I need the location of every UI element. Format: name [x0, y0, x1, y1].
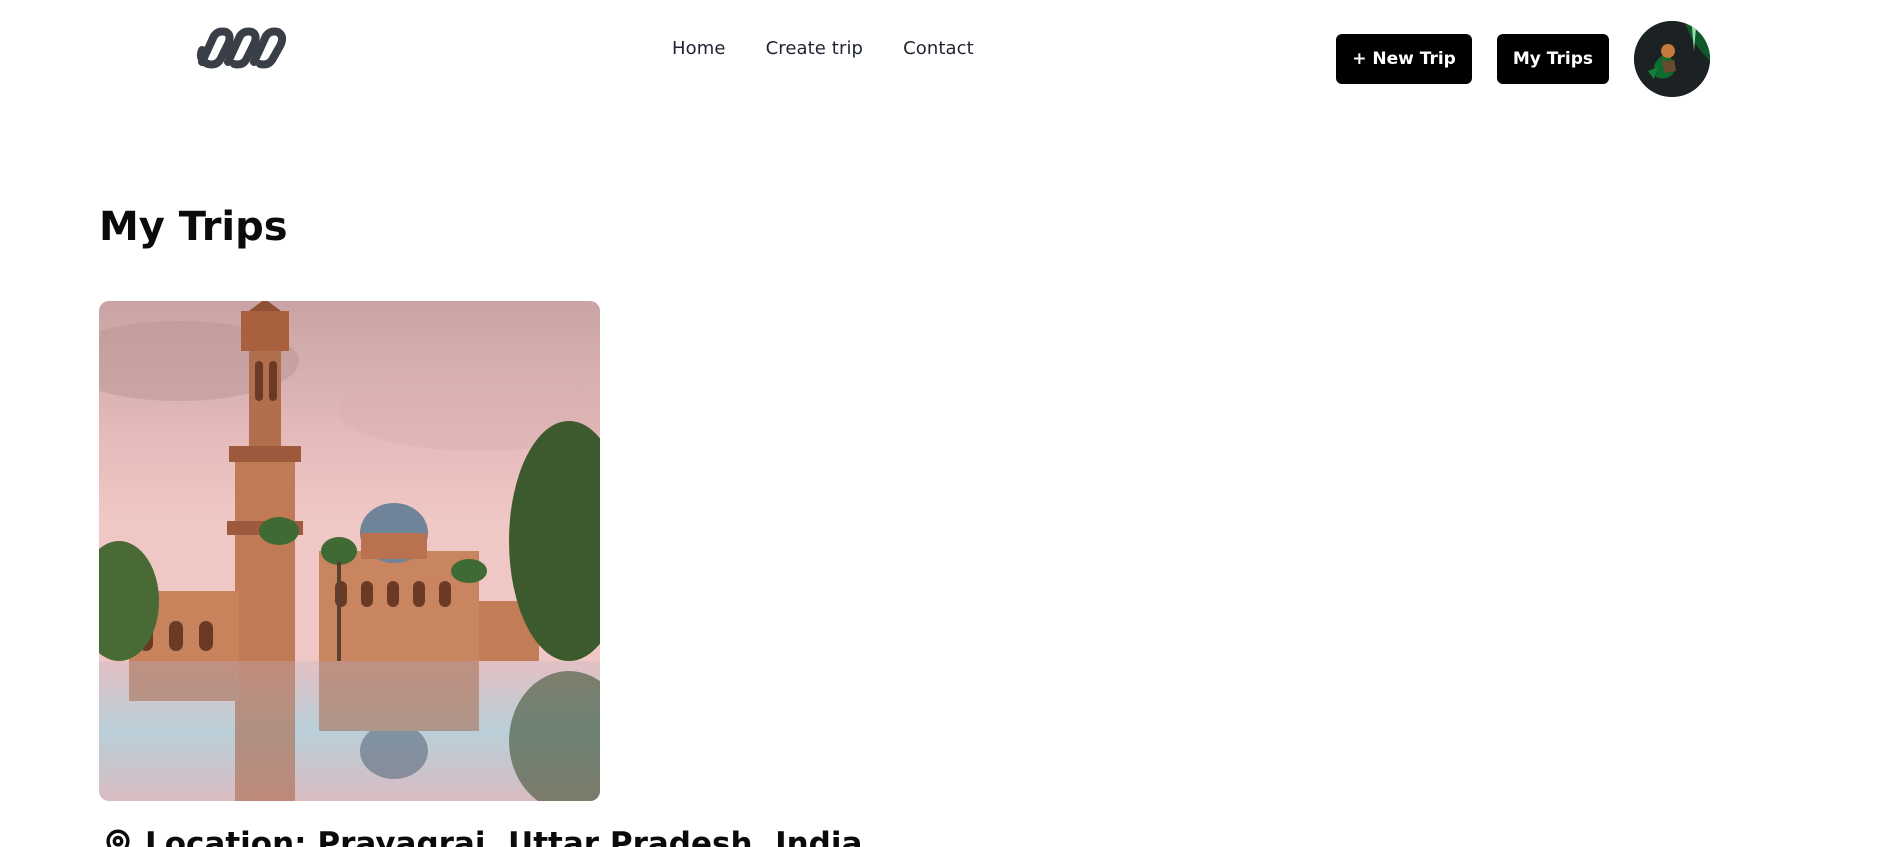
nav-contact-link[interactable]: Contact	[903, 38, 974, 59]
page-title: My Trips	[99, 204, 288, 250]
header-actions: + New Trip My Trips	[1336, 21, 1710, 97]
my-trips-button[interactable]: My Trips	[1496, 34, 1609, 84]
nav-home-link[interactable]: Home	[672, 38, 726, 59]
trip-card-image[interactable]	[99, 301, 600, 801]
main-nav: Home Create trip Contact	[672, 38, 974, 59]
trip-location: Location: Prayagraj, Uttar Pradesh, Indi…	[101, 826, 862, 847]
nav-create-trip-link[interactable]: Create trip	[766, 38, 864, 59]
user-avatar[interactable]	[1634, 21, 1710, 97]
trip-location-label: Location: Prayagraj, Uttar Pradesh, Indi…	[145, 826, 863, 847]
brand-logo-icon[interactable]	[188, 26, 288, 70]
map-pin-icon	[106, 829, 130, 847]
new-trip-button[interactable]: + New Trip	[1336, 34, 1472, 84]
